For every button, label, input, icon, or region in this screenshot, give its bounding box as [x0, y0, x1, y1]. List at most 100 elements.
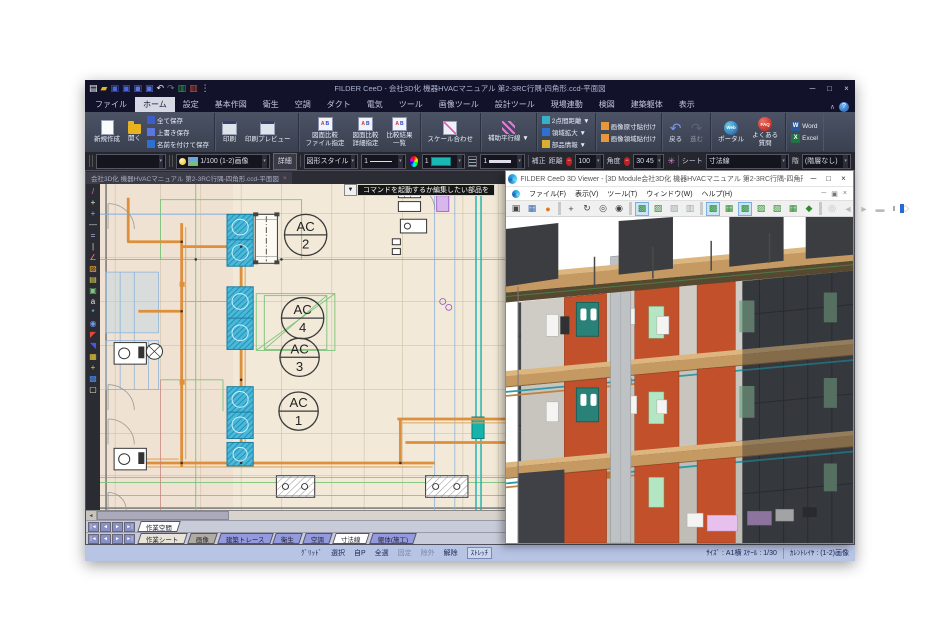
- play-icon[interactable]: ►: [857, 202, 871, 216]
- child-close-icon[interactable]: ×: [843, 190, 847, 198]
- viewer-menu-item[interactable]: ファイル(F): [529, 189, 566, 199]
- element-hvac-icon[interactable]: ▩: [738, 202, 752, 216]
- snap-point-icon[interactable]: +: [91, 198, 96, 207]
- mode-grid[interactable]: ｸﾞﾘｯﾄﾞ: [301, 548, 322, 558]
- ホーム[interactable]: ホーム: [135, 97, 175, 112]
- element-frame-icon[interactable]: ▦: [786, 202, 800, 216]
- separator[interactable]: [558, 202, 561, 215]
- element-sanitary-icon[interactable]: ▦: [722, 202, 736, 216]
- undo-icon[interactable]: ↶: [157, 83, 165, 93]
- viewer-close-button[interactable]: ×: [836, 174, 851, 183]
- print-button[interactable]: 印刷: [218, 114, 241, 150]
- angle-measure-icon[interactable]: ∠: [89, 253, 96, 262]
- display-mode-shade-icon[interactable]: ▥: [683, 202, 697, 216]
- stamp-blue-icon[interactable]: ◥: [90, 341, 96, 350]
- 設定[interactable]: 設定: [175, 97, 207, 112]
- sheet-combo[interactable]: 寸法線▾: [706, 154, 789, 169]
- horizontal-line-icon[interactable]: —: [89, 220, 97, 229]
- separator[interactable]: [629, 202, 632, 215]
- 基本作図[interactable]: 基本作図: [207, 97, 255, 112]
- viewer-menu-item[interactable]: ウィンドウ(W): [646, 189, 692, 199]
- open-file-icon[interactable]: ▰: [101, 83, 108, 93]
- mode-select-all[interactable]: 全選: [375, 548, 389, 558]
- save-as-icon[interactable]: ▣: [122, 83, 131, 93]
- help-icon[interactable]: ?: [839, 102, 849, 112]
- sheet-nav-button[interactable]: ►|: [124, 534, 135, 544]
- save-as-button[interactable]: 名前を付けて保存: [145, 139, 211, 150]
- prompt-dropdown-icon[interactable]: ▼: [344, 184, 357, 196]
- sheet-tab-arch-trace[interactable]: 建築トレース: [217, 533, 273, 544]
- new-file-button[interactable]: 新規作成: [90, 114, 124, 150]
- toolbar-grip[interactable]: [169, 155, 173, 167]
- save-button[interactable]: 上書き保存: [145, 127, 211, 138]
- add-icon[interactable]: +: [91, 363, 96, 372]
- portal-button[interactable]: Webポータル: [714, 114, 748, 150]
- mode-auto-p[interactable]: 自P: [354, 548, 366, 558]
- display-mode-hidden-icon[interactable]: ▧: [667, 202, 681, 216]
- sheet-tab-dimension[interactable]: 寸法線: [332, 533, 369, 544]
- text-tool-icon[interactable]: a: [91, 297, 95, 306]
- 設計ツール[interactable]: 設計ツール: [487, 97, 543, 112]
- slider-knob[interactable]: [900, 204, 904, 213]
- viewer-maximize-button[interactable]: □: [821, 174, 836, 183]
- element-duct-icon[interactable]: ▨: [754, 202, 768, 216]
- scale-match-button[interactable]: スケール合わせ: [424, 114, 478, 150]
- sheet-nav-button[interactable]: ►: [112, 534, 123, 544]
- save-icon[interactable]: ▣: [110, 83, 119, 93]
- area-zoom-button[interactable]: 領域拡大 ▼: [540, 127, 592, 138]
- angle-lock-icon[interactable]: −: [624, 157, 631, 166]
- line-width-icon[interactable]: [468, 156, 477, 167]
- 電気[interactable]: 電気: [359, 97, 391, 112]
- 建築躯体[interactable]: 建築躯体: [623, 97, 671, 112]
- stamp-red-icon[interactable]: ◤: [90, 330, 96, 339]
- separator[interactable]: [819, 202, 822, 215]
- layers-tool-icon[interactable]: ▦: [89, 352, 97, 361]
- doc-green-icon[interactable]: ▥: [178, 83, 187, 93]
- grid-tool-icon[interactable]: ▩: [89, 374, 97, 383]
- ファイル[interactable]: ファイル: [87, 97, 135, 112]
- sheet-tool-icon[interactable]: ▢: [89, 385, 97, 394]
- pause-icon[interactable]: ▬: [873, 202, 887, 216]
- sheet-nav-button[interactable]: |◄: [88, 534, 99, 544]
- doc-red-icon[interactable]: ▥: [189, 83, 198, 93]
- distance-lock-icon[interactable]: −: [566, 157, 573, 166]
- viewer-menu-item[interactable]: 表示(V): [575, 189, 598, 199]
- transparency-slider[interactable]: [893, 206, 895, 211]
- child-minimize-icon[interactable]: ─: [821, 190, 826, 198]
- workspace-nav-button[interactable]: ◄: [100, 522, 111, 532]
- 現場連動[interactable]: 現場連動: [543, 97, 591, 112]
- 衛生[interactable]: 衛生: [255, 97, 287, 112]
- draw-line-icon[interactable]: /: [92, 187, 94, 196]
- spray-icon[interactable]: *: [91, 308, 94, 317]
- zoom-window-icon[interactable]: ◉: [612, 202, 626, 216]
- new-file-icon[interactable]: ▤: [89, 83, 98, 93]
- sheet-tab-worksheet[interactable]: 作業シート: [137, 533, 187, 544]
- double-line-icon[interactable]: =: [91, 231, 96, 240]
- distance-2pt-button[interactable]: 2点間距離 ▼: [540, 115, 592, 126]
- compare-result-button[interactable]: AB比較結果一覧: [383, 114, 417, 150]
- sheet-tab-sanitary[interactable]: 衛生: [272, 533, 303, 544]
- workspace-nav-button[interactable]: ►: [112, 522, 123, 532]
- open-button[interactable]: 開く: [124, 114, 145, 150]
- ribbon-collapse-icon[interactable]: ∧: [830, 103, 835, 111]
- 検図[interactable]: 検図: [591, 97, 623, 112]
- image-tool-icon[interactable]: ▤: [89, 275, 97, 284]
- mode-stretch[interactable]: ｽﾄﾚｯﾁ: [467, 547, 493, 559]
- aux-parallel-button[interactable]: 補助平行線 ▼: [484, 114, 533, 150]
- first-frame-icon[interactable]: ◄: [841, 202, 855, 216]
- mode-fixed[interactable]: 固定: [398, 548, 412, 558]
- print-preview-button[interactable]: 印刷プレビュー: [241, 114, 295, 150]
- camera-tool-icon[interactable]: ▣: [89, 286, 97, 295]
- workspace-nav-button[interactable]: ►|: [124, 522, 135, 532]
- viewer-menu-item[interactable]: ヘルプ(H): [702, 189, 733, 199]
- crosshair-icon[interactable]: +: [91, 209, 96, 218]
- clip-icon[interactable]: ◆: [802, 202, 816, 216]
- close-doc-icon[interactable]: ▣: [133, 83, 142, 93]
- wand-icon[interactable]: ✳: [667, 156, 675, 167]
- save-all-button[interactable]: 全て保存: [145, 115, 211, 126]
- element-electric-icon[interactable]: ▧: [770, 202, 784, 216]
- scroll-thumb[interactable]: [97, 511, 229, 520]
- sheet-tab-image[interactable]: 画像: [187, 533, 218, 544]
- mode-select[interactable]: 選択: [331, 548, 345, 558]
- close-button[interactable]: ×: [838, 84, 855, 93]
